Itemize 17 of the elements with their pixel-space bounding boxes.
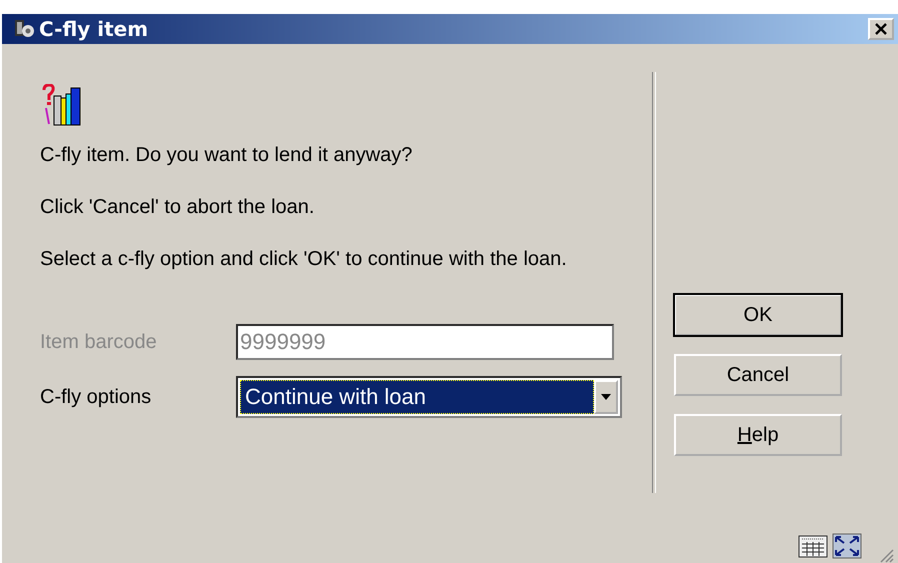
dialog-button[interactable]: Cancel	[674, 354, 842, 396]
dialog-button[interactable]: OK	[674, 294, 842, 336]
window-title: C-fly item	[39, 17, 150, 41]
close-button[interactable]	[868, 18, 894, 40]
close-icon	[874, 23, 888, 35]
expand-icon	[832, 533, 862, 559]
message-text: C-fly item. Do you want to lend it anyway?	[40, 143, 414, 168]
keyboard-icon	[798, 534, 828, 558]
message-text: Select a c-fly option and click 'OK' to continue with the loan.	[40, 247, 568, 272]
field-label: Item barcode	[40, 330, 158, 354]
message-text: Click 'Cancel' to abort the loan.	[40, 195, 316, 220]
app-icon	[14, 18, 36, 40]
options-dropdown[interactable]: Continue with loan	[236, 376, 622, 418]
dropdown-arrow-icon	[594, 380, 618, 414]
field-label: C-fly options	[40, 386, 152, 408]
resize-grip-icon	[878, 547, 894, 563]
dialog-button[interactable]: Help	[674, 414, 842, 456]
